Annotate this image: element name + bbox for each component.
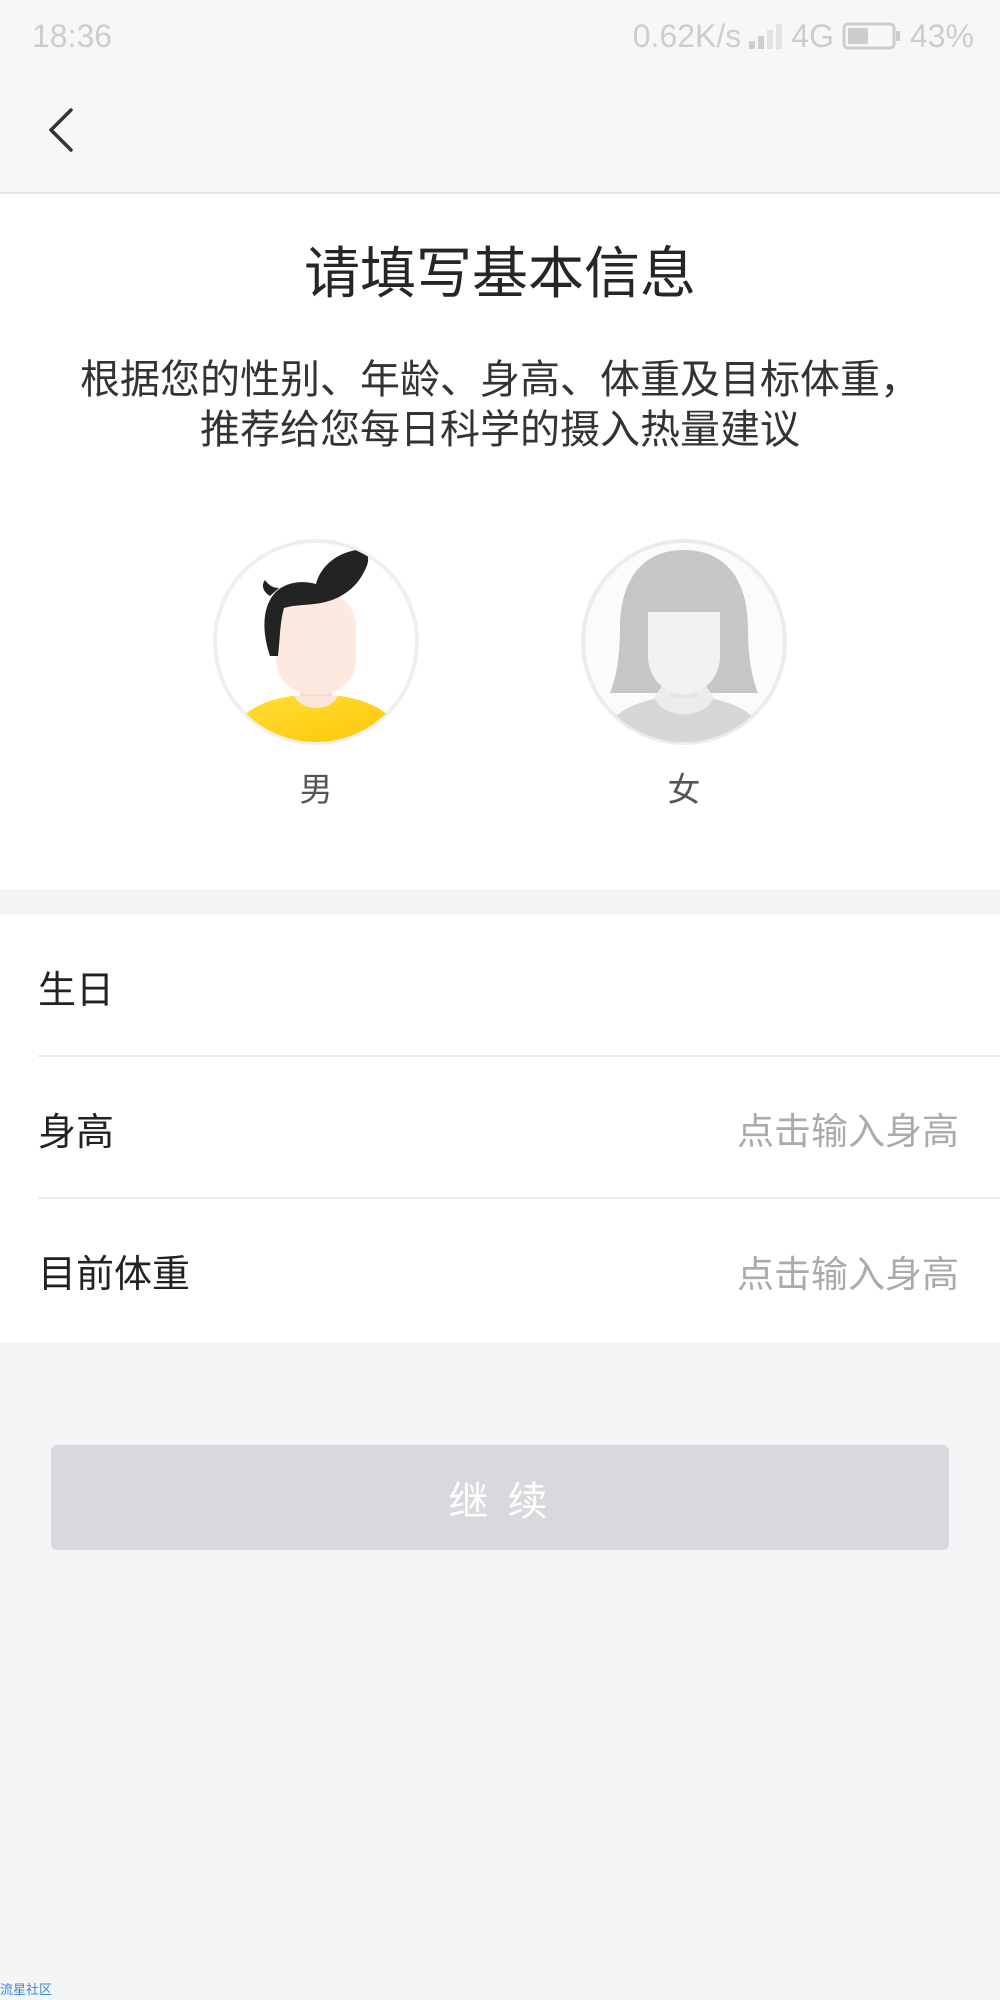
status-indicators: 0.62K/s 4G 43%: [633, 14, 974, 58]
continue-button[interactable]: 继 续: [51, 1445, 949, 1550]
nav-bar: [0, 72, 1000, 194]
gender-label-male: 男: [299, 771, 333, 808]
signal-icon: [749, 23, 783, 49]
current-weight-row[interactable]: 目前体重 点击输入身高: [0, 1199, 1000, 1342]
male-avatar-icon: [213, 539, 419, 745]
battery-percent: 43%: [909, 17, 974, 54]
birthday-label: 生日: [38, 969, 115, 1012]
current-weight-label: 目前体重: [38, 1254, 191, 1296]
subtitle-line-2: 推荐给您每日科学的摄入热量建议: [200, 408, 800, 452]
birthday-row[interactable]: 生日: [0, 915, 1000, 1057]
status-time: 18:36: [32, 18, 113, 54]
watermark: 流星社区: [0, 1982, 53, 1997]
height-row[interactable]: 身高 点击输入身高: [0, 1057, 1000, 1199]
height-input[interactable]: 点击输入身高: [737, 1101, 959, 1155]
gender-label-female: 女: [667, 771, 701, 808]
battery-icon: [842, 22, 902, 50]
female-avatar-icon: [581, 539, 787, 745]
status-bar: 18:36 0.62K/s 4G 43%: [0, 0, 1000, 72]
page-title: 请填写基本信息: [304, 242, 696, 305]
network-speed: 0.62K/s: [632, 17, 742, 54]
intro-section: 请填写基本信息 根据您的性别、年龄、身高、体重及目标体重， 推荐给您每日科学的摄…: [0, 194, 1000, 889]
page-subtitle: 根据您的性别、年龄、身高、体重及目标体重， 推荐给您每日科学的摄入热量建议: [0, 355, 1000, 455]
gender-option-male[interactable]: 男: [212, 538, 420, 810]
gender-option-female[interactable]: 女: [580, 538, 788, 810]
height-label: 身高: [38, 1111, 115, 1154]
subtitle-line-1: 根据您的性别、年龄、身高、体重及目标体重，: [80, 358, 920, 402]
basic-info-form: 生日 身高 点击输入身高 目前体重 点击输入身高: [0, 915, 1000, 1342]
chevron-left-icon: [49, 108, 73, 152]
network-type: 4G: [791, 17, 834, 54]
current-weight-input[interactable]: 点击输入身高: [737, 1244, 959, 1298]
back-button[interactable]: [38, 99, 84, 161]
